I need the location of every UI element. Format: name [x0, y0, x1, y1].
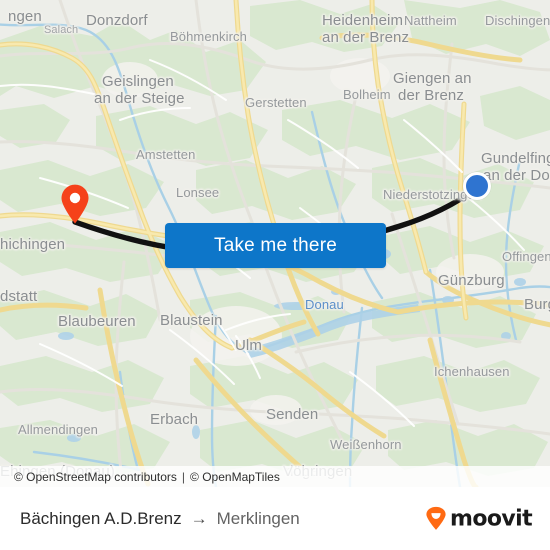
attribution-separator: |: [181, 469, 186, 484]
map-pin-icon: [61, 184, 89, 224]
attribution-openmaptiles[interactable]: © OpenMapTiles: [190, 470, 280, 484]
moovit-wordmark: moovit: [450, 506, 533, 531]
destination-dot-marker[interactable]: [463, 172, 491, 200]
map-canvas[interactable]: ngen Salach Donzdorf Böhmenkirch Heidenheim a…: [0, 0, 550, 487]
route-origin-label: Bächingen A.D.Brenz: [20, 508, 182, 528]
take-me-there-button[interactable]: Take me there: [165, 223, 386, 268]
map-attribution: © OpenStreetMap contributors | © OpenMap…: [0, 466, 550, 487]
origin-pin-marker[interactable]: [60, 184, 90, 224]
footer-bar: Bächingen A.D.Brenz → Merklingen moovit: [0, 487, 550, 550]
moovit-pin-icon: [426, 506, 446, 530]
moovit-route-preview: ngen Salach Donzdorf Böhmenkirch Heidenheim a…: [0, 0, 550, 550]
attribution-osm[interactable]: © OpenStreetMap contributors: [14, 470, 177, 484]
arrow-right-icon: →: [190, 508, 208, 528]
moovit-logo[interactable]: moovit: [425, 506, 533, 531]
route-title: Bächingen A.D.Brenz → Merklingen: [20, 509, 300, 529]
route-destination-label: Merklingen: [216, 508, 300, 528]
